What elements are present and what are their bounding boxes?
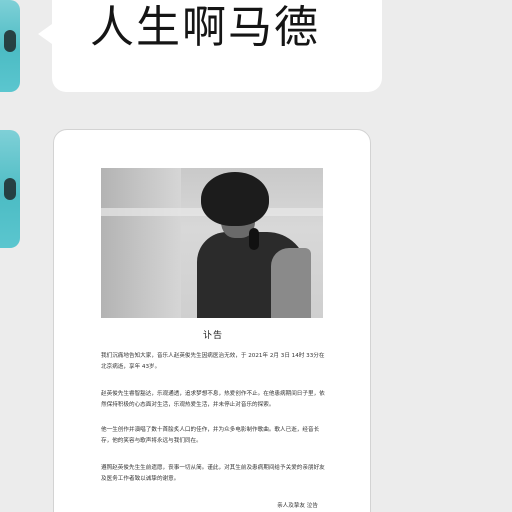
obituary-paragraph: 他一生创作并演唱了数十首脍炙人口的佳作，并为众多电影制作歌曲。歌人已逝，经音长存…: [101, 427, 320, 444]
obituary-signoff: 亲人及挚友 泣告: [277, 503, 318, 509]
microphone-icon: [249, 228, 259, 250]
text-message-bubble[interactable]: 人生啊马德: [38, 0, 382, 92]
chat-screen: 人生啊马德 讣告 我们沉痛地告知大家，音乐人赵英俊先生因病医治无效，于 2021…: [0, 0, 512, 512]
obituary-paragraph: 遵照赵英俊先生生前遗愿，丧事一切从简。谨此，对其生前及患病期间给予关爱的亲朋好友…: [101, 465, 325, 482]
obituary-paragraph: 赵英俊先生睿智豁达，乐观通透，追求梦想不息，热爱创作不止。在他患病期间日子里，依…: [101, 391, 325, 408]
avatar-figure: [4, 178, 16, 200]
avatar-figure: [4, 30, 16, 52]
obituary-paragraph: 我们沉痛地告知大家，音乐人赵英俊先生因病医治无效，于 2021年 2月 3日 1…: [101, 353, 325, 370]
sender-avatar-2[interactable]: [0, 130, 20, 248]
obituary-title: 讣告: [202, 331, 223, 341]
sender-avatar[interactable]: [0, 0, 20, 92]
image-message-bubble[interactable]: 讣告 我们沉痛地告知大家，音乐人赵英俊先生因病医治无效，于 2021年 2月 3…: [53, 129, 371, 512]
message-text: 人生啊马德: [90, 2, 320, 53]
portrait-photo: [101, 168, 323, 318]
